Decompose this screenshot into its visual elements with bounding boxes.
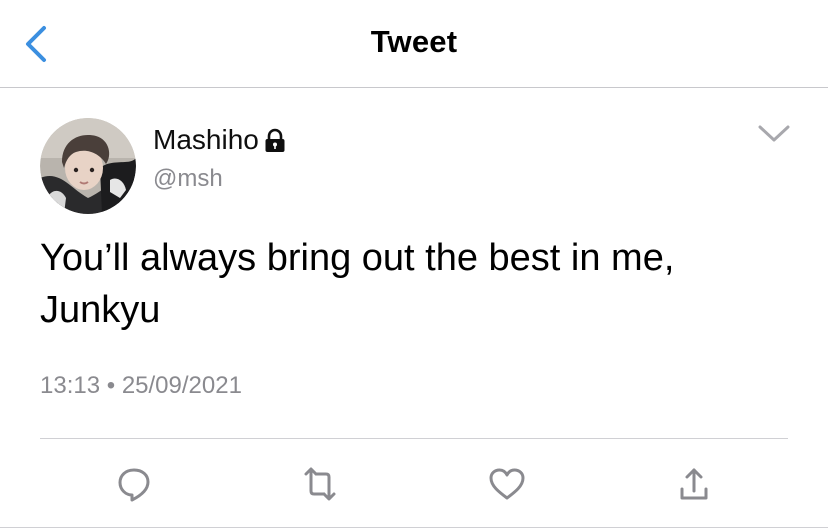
heart-icon	[489, 468, 525, 500]
share-button[interactable]	[670, 460, 718, 508]
avatar[interactable]	[40, 118, 136, 214]
tweet-text-line: You’ll always bring out the best in me,	[40, 237, 675, 279]
chevron-down-icon	[758, 125, 790, 142]
avatar-photo	[40, 118, 136, 214]
more-options-button[interactable]	[752, 114, 796, 154]
tweet-text-line: Junkyu	[40, 289, 161, 331]
tweet-actions	[0, 460, 828, 508]
reply-icon	[118, 468, 150, 502]
tweet-time: 13:13	[40, 372, 101, 399]
retweet-icon	[304, 467, 336, 501]
page-title: Tweet	[370, 24, 458, 59]
divider	[40, 438, 788, 439]
like-button[interactable]	[483, 460, 531, 508]
share-icon	[680, 468, 708, 500]
retweet-button[interactable]	[296, 460, 344, 508]
author-name-row[interactable]: Mashiho	[153, 123, 288, 157]
tweet-timestamp: 13:13 • 25/09/2021	[40, 372, 242, 400]
lock-icon	[262, 128, 288, 154]
author-handle: @msh	[153, 165, 223, 192]
top-bar: Tweet	[0, 0, 828, 88]
bottom-divider	[0, 527, 828, 528]
reply-button[interactable]	[110, 460, 158, 508]
tweet-date: 25/09/2021	[121, 372, 242, 399]
timestamp-separator: •	[106, 372, 116, 399]
display-name[interactable]: Mashiho	[153, 124, 259, 156]
tweet-text: You’ll always bring out the best in me, …	[40, 232, 800, 336]
